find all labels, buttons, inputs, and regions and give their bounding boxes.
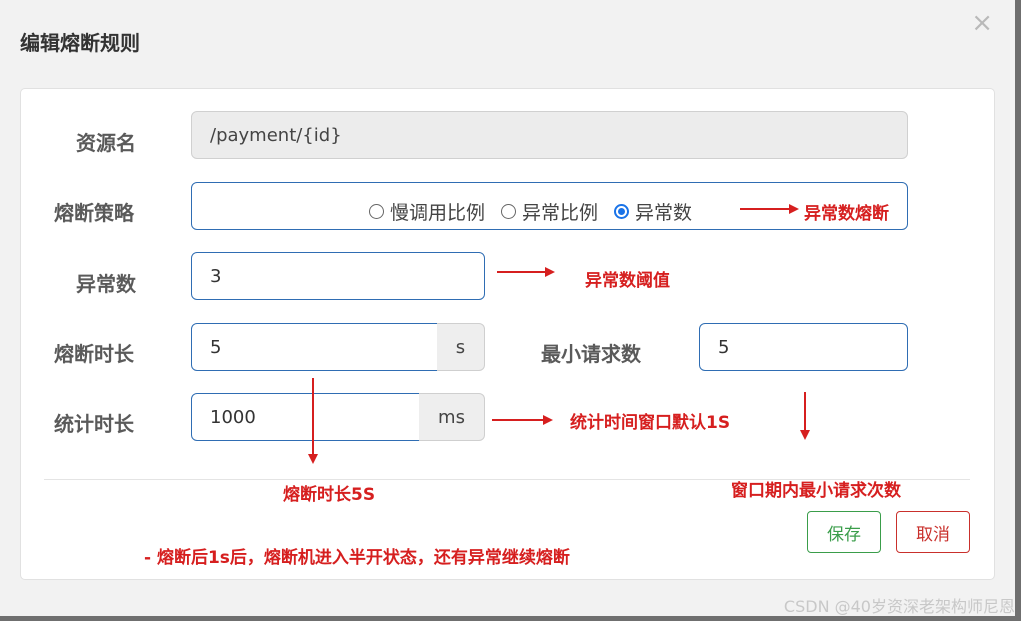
annotation-arrows — [308, 204, 810, 464]
watermark: CSDN @40岁资深老架构师尼恩 — [783, 597, 1015, 616]
edit-circuit-breaker-dialog: 编辑熔断规则 × 资源名 /payment/{id} 熔断策略 慢调用比例 异常… — [0, 0, 1015, 616]
